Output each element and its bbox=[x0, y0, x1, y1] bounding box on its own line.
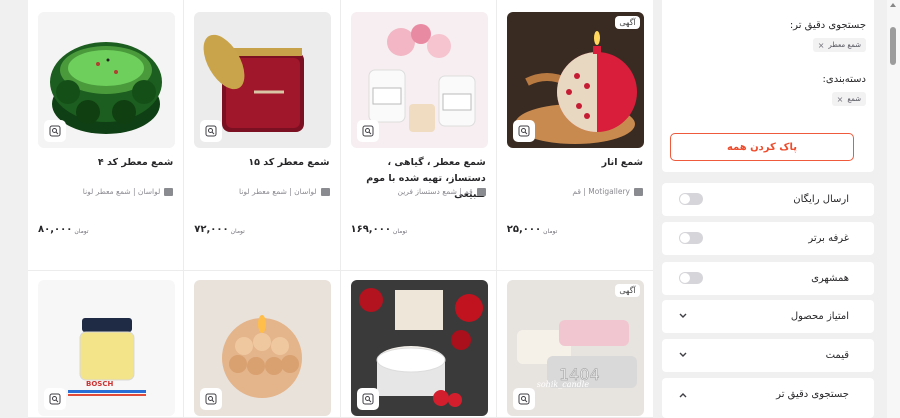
image-search-icon bbox=[205, 125, 217, 137]
image-search-icon bbox=[518, 125, 530, 137]
product-grid: شمع معطر کد ۴ لواسان | شمع معطر لونا ۸۰,… bbox=[28, 0, 653, 418]
toggle-top-booth[interactable]: غرفه برتر bbox=[662, 222, 874, 255]
visual-search-button[interactable] bbox=[44, 388, 66, 410]
shop-label: لواسان | شمع معطر لونا bbox=[82, 187, 161, 196]
price-value: ۸۰,۰۰۰ bbox=[38, 224, 73, 235]
visual-search-button[interactable] bbox=[356, 120, 379, 142]
ad-badge: آگهی bbox=[615, 16, 640, 29]
product-image[interactable] bbox=[194, 280, 332, 416]
filter-chip-category[interactable]: شمع × bbox=[831, 92, 866, 106]
product-title[interactable]: شمع معطر کد ۴ bbox=[38, 155, 173, 171]
image-search-icon bbox=[49, 393, 61, 405]
toggle-free-shipping[interactable]: ارسال رایگان bbox=[662, 183, 874, 216]
store-icon bbox=[320, 187, 330, 196]
refine-search-title: جستجوی دقیق تر: bbox=[789, 20, 866, 31]
toggle-label: غرفه برتر bbox=[808, 233, 849, 244]
product-image[interactable] bbox=[350, 12, 488, 148]
visual-search-button[interactable] bbox=[200, 120, 223, 142]
shop-label: قم | شمع دستساز فرین bbox=[397, 187, 473, 196]
toggle-same-city[interactable]: همشهری bbox=[662, 262, 874, 295]
product-shop: لواسان | شمع معطر لونا bbox=[38, 187, 174, 196]
product-price: ۷۲,۰۰۰ تومان bbox=[194, 224, 245, 235]
currency-label: تومان bbox=[392, 228, 408, 235]
currency-label: تومان bbox=[230, 228, 245, 235]
product-price: ۱۶۹,۰۰۰ تومان bbox=[351, 224, 408, 235]
price-value: ۷۲,۰۰۰ bbox=[194, 224, 229, 235]
toggle-label: همشهری bbox=[811, 273, 849, 284]
image-search-icon bbox=[49, 125, 61, 137]
accordion-label: قیمت bbox=[825, 350, 849, 361]
product-price: ۲۵,۰۰۰ تومان bbox=[507, 224, 558, 235]
store-icon bbox=[164, 187, 174, 196]
product-image[interactable]: BOSCH bbox=[38, 280, 175, 416]
currency-label: تومان bbox=[74, 228, 89, 235]
image-search-icon bbox=[518, 393, 530, 405]
chevron-down-icon bbox=[679, 352, 687, 357]
scroll-up-arrow-icon[interactable] bbox=[890, 3, 896, 7]
chevron-up-icon bbox=[679, 393, 687, 398]
price-value: ۲۵,۰۰۰ bbox=[506, 224, 542, 235]
product-card[interactable]: شمع معطر کد ۴ لواسان | شمع معطر لونا ۸۰,… bbox=[28, 0, 185, 271]
clear-all-button[interactable]: پاک کردن همه bbox=[670, 133, 854, 161]
accordion-label: امتیاز محصول bbox=[790, 311, 849, 322]
category-title: دسته‌بندی: bbox=[822, 74, 866, 85]
store-icon bbox=[476, 187, 486, 196]
accordion-label: جستجوی دقیق تر bbox=[776, 389, 849, 400]
toggle-switch[interactable] bbox=[679, 232, 703, 244]
product-title[interactable]: شمع انار bbox=[507, 155, 643, 171]
visual-search-button[interactable] bbox=[200, 388, 223, 410]
currency-label: تومان bbox=[543, 228, 558, 235]
product-image[interactable]: آگهی bbox=[506, 12, 644, 148]
close-icon[interactable]: × bbox=[837, 95, 844, 104]
active-filters-panel: جستجوی دقیق تر: شمع معطر × دسته‌بندی: شم… bbox=[662, 0, 874, 172]
page: شمع معطر کد ۴ لواسان | شمع معطر لونا ۸۰,… bbox=[0, 0, 900, 418]
product-image[interactable] bbox=[38, 12, 175, 148]
accordion-product-rating[interactable]: امتیاز محصول bbox=[662, 300, 874, 333]
product-card[interactable]: BOSCH bbox=[28, 271, 185, 418]
product-image[interactable] bbox=[194, 12, 332, 148]
visual-search-button[interactable] bbox=[44, 120, 66, 142]
shop-label: Motigallery | قم bbox=[572, 187, 630, 196]
product-card[interactable]: شمع معطر کد ۱۵ لواسان | شمع معطر لونا ۷۲… bbox=[184, 0, 341, 271]
visual-search-button[interactable] bbox=[356, 388, 379, 410]
chip-label: شمع bbox=[847, 95, 861, 103]
product-card[interactable]: 1404 sohik_candle آگهی bbox=[496, 271, 653, 418]
toggle-switch[interactable] bbox=[679, 193, 703, 205]
visual-search-button[interactable] bbox=[512, 120, 535, 142]
product-shop: قم | شمع دستساز فرین bbox=[351, 187, 486, 196]
filter-chip-refine[interactable]: شمع معطر × bbox=[812, 38, 866, 52]
scrollbar-thumb[interactable] bbox=[890, 27, 896, 65]
product-price: ۸۰,۰۰۰ تومان bbox=[38, 224, 89, 235]
chip-label: شمع معطر bbox=[828, 41, 861, 49]
product-shop: لواسان | شمع معطر لونا bbox=[194, 187, 330, 196]
price-value: ۱۶۹,۰۰۰ bbox=[350, 224, 391, 235]
image-search-icon bbox=[362, 125, 373, 137]
ad-label: آگهی bbox=[619, 18, 636, 27]
visual-search-button[interactable] bbox=[512, 388, 535, 410]
ad-badge: آگهی bbox=[615, 284, 640, 297]
image-search-icon bbox=[362, 393, 373, 405]
shop-label: لواسان | شمع معطر لونا bbox=[239, 187, 317, 196]
close-icon[interactable]: × bbox=[818, 41, 825, 50]
product-card[interactable] bbox=[340, 271, 497, 418]
toggle-label: ارسال رایگان bbox=[793, 194, 849, 205]
product-image[interactable]: 1404 sohik_candle آگهی bbox=[506, 280, 644, 416]
chevron-down-icon bbox=[679, 313, 687, 318]
product-card[interactable] bbox=[184, 271, 341, 418]
product-image[interactable] bbox=[350, 280, 488, 416]
accordion-price[interactable]: قیمت bbox=[662, 339, 874, 372]
product-card[interactable]: شمع معطر ، گیاهی ، دستساز، تهیه شده با م… bbox=[340, 0, 497, 271]
accordion-refine-search[interactable]: جستجوی دقیق تر bbox=[662, 378, 874, 418]
filter-sidebar: جستجوی دقیق تر: شمع معطر × دسته‌بندی: شم… bbox=[662, 0, 874, 418]
store-icon bbox=[634, 187, 643, 196]
watermark-text: sohik_candle bbox=[536, 380, 590, 389]
bosch-brand-text: BOSCH bbox=[86, 380, 114, 388]
product-card[interactable]: آگهی شمع انار Motigallery | قم ۲۵,۰۰۰ توم… bbox=[496, 0, 653, 271]
toggle-switch[interactable] bbox=[679, 272, 703, 284]
ad-label: آگهی bbox=[619, 286, 636, 295]
vertical-scrollbar[interactable] bbox=[887, 0, 900, 418]
product-shop: Motigallery | قم bbox=[507, 187, 643, 196]
product-title[interactable]: شمع معطر کد ۱۵ bbox=[194, 155, 329, 171]
image-search-icon bbox=[205, 393, 217, 405]
